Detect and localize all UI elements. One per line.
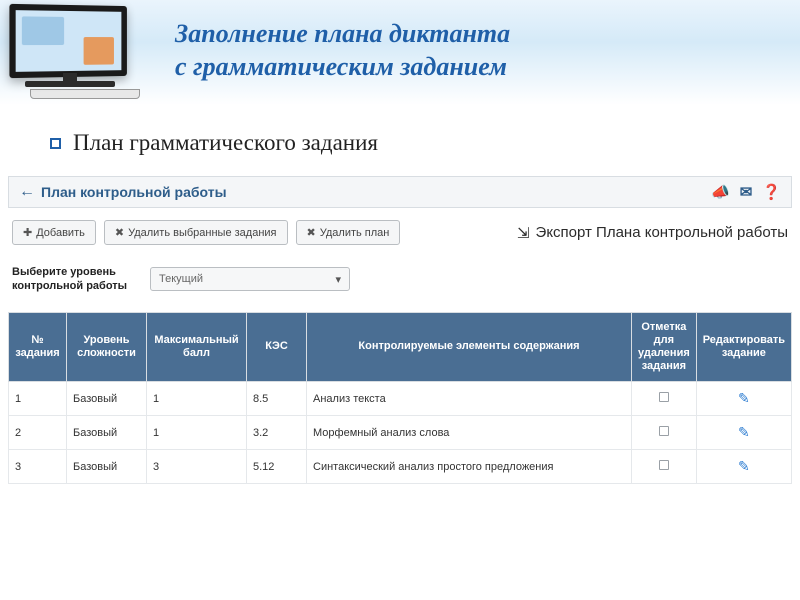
- add-button-label: Добавить: [36, 227, 85, 239]
- pencil-icon[interactable]: ✎: [738, 424, 750, 440]
- delete-plan-label: Удалить план: [320, 227, 390, 239]
- table-row: 1 Базовый 1 8.5 Анализ текста ✎: [9, 382, 792, 416]
- delete-icon: ✖: [115, 226, 124, 239]
- col-edit: Редактировать задание: [696, 312, 791, 382]
- mail-icon[interactable]: ✉: [740, 183, 753, 201]
- cell-edit: ✎: [696, 382, 791, 416]
- cell-difficulty: Базовый: [67, 416, 147, 450]
- cell-kes: 3.2: [247, 416, 307, 450]
- monitor-illustration: [10, 5, 160, 100]
- checkbox-icon[interactable]: [659, 460, 669, 470]
- col-difficulty: Уровень сложности: [67, 312, 147, 382]
- add-button[interactable]: ✚ Добавить: [12, 220, 96, 245]
- level-label: Выберите уровень контрольной работы: [12, 265, 132, 294]
- toolbar-buttons: ✚ Добавить ✖ Удалить выбранные задания ✖…: [12, 220, 400, 245]
- pencil-icon[interactable]: ✎: [738, 390, 750, 406]
- level-select[interactable]: Текущий: [150, 267, 350, 291]
- table-row: 2 Базовый 1 3.2 Морфемный анализ слова ✎: [9, 416, 792, 450]
- col-max: Максимальный балл: [147, 312, 247, 382]
- tasks-table: № задания Уровень сложности Максимальный…: [8, 312, 792, 485]
- help-icon[interactable]: ❓: [762, 183, 781, 201]
- cell-delete-checkbox: [632, 382, 697, 416]
- delete-icon: ✖: [307, 226, 316, 239]
- cell-content: Синтаксический анализ простого предложен…: [307, 450, 632, 484]
- cell-difficulty: Базовый: [67, 382, 147, 416]
- cell-max: 1: [147, 382, 247, 416]
- cell-delete-checkbox: [632, 450, 697, 484]
- cell-max: 1: [147, 416, 247, 450]
- cell-max: 3: [147, 450, 247, 484]
- table-row: 3 Базовый 3 5.12 Синтаксический анализ п…: [9, 450, 792, 484]
- cell-edit: ✎: [696, 416, 791, 450]
- toolbar: ✚ Добавить ✖ Удалить выбранные задания ✖…: [8, 208, 792, 257]
- cell-edit: ✎: [696, 450, 791, 484]
- app-titlebar: ← План контрольной работы 📣 ✉ ❓: [8, 176, 792, 208]
- cell-kes: 8.5: [247, 382, 307, 416]
- cell-difficulty: Базовый: [67, 450, 147, 484]
- cell-num: 3: [9, 450, 67, 484]
- cell-num: 2: [9, 416, 67, 450]
- col-num: № задания: [9, 312, 67, 382]
- cell-delete-checkbox: [632, 416, 697, 450]
- table-body: 1 Базовый 1 8.5 Анализ текста ✎ 2 Базовы…: [9, 382, 792, 484]
- delete-selected-button[interactable]: ✖ Удалить выбранные задания: [104, 220, 288, 245]
- export-link[interactable]: ⇲ Экспорт Плана контрольной работы: [517, 224, 788, 242]
- back-arrow-icon[interactable]: ←: [19, 183, 35, 201]
- cell-content: Морфемный анализ слова: [307, 416, 632, 450]
- delete-selected-label: Удалить выбранные задания: [128, 227, 276, 239]
- presentation-header: Заполнение плана диктанта с грамматическ…: [0, 0, 800, 105]
- checkbox-icon[interactable]: [659, 426, 669, 436]
- slide-title: Заполнение плана диктанта с грамматическ…: [175, 18, 800, 83]
- subheading: План грамматического задания: [0, 105, 800, 176]
- title-line-1: Заполнение плана диктанта: [175, 18, 800, 51]
- bullet-icon: [50, 138, 61, 149]
- col-content: Контролируемые элементы содержания: [307, 312, 632, 382]
- plus-icon: ✚: [23, 226, 32, 239]
- cell-content: Анализ текста: [307, 382, 632, 416]
- app-title: План контрольной работы: [41, 184, 227, 200]
- title-line-2: с грамматическим заданием: [175, 51, 800, 84]
- pencil-icon[interactable]: ✎: [738, 458, 750, 474]
- subheading-text: План грамматического задания: [73, 130, 378, 155]
- delete-plan-button[interactable]: ✖ Удалить план: [296, 220, 401, 245]
- table-header-row: № задания Уровень сложности Максимальный…: [9, 312, 792, 382]
- cell-num: 1: [9, 382, 67, 416]
- app-panel: ← План контрольной работы 📣 ✉ ❓ ✚ Добави…: [8, 176, 792, 484]
- cell-kes: 5.12: [247, 450, 307, 484]
- megaphone-icon[interactable]: 📣: [711, 183, 730, 201]
- appbar-icons: 📣 ✉ ❓: [711, 183, 781, 201]
- export-icon: ⇲: [517, 224, 530, 242]
- level-selector-row: Выберите уровень контрольной работы Теку…: [8, 257, 792, 312]
- export-label: Экспорт Плана контрольной работы: [536, 224, 788, 241]
- level-selected-value: Текущий: [159, 273, 203, 285]
- col-kes: КЭС: [247, 312, 307, 382]
- checkbox-icon[interactable]: [659, 392, 669, 402]
- col-mark-delete: Отметка для удаления задания: [632, 312, 697, 382]
